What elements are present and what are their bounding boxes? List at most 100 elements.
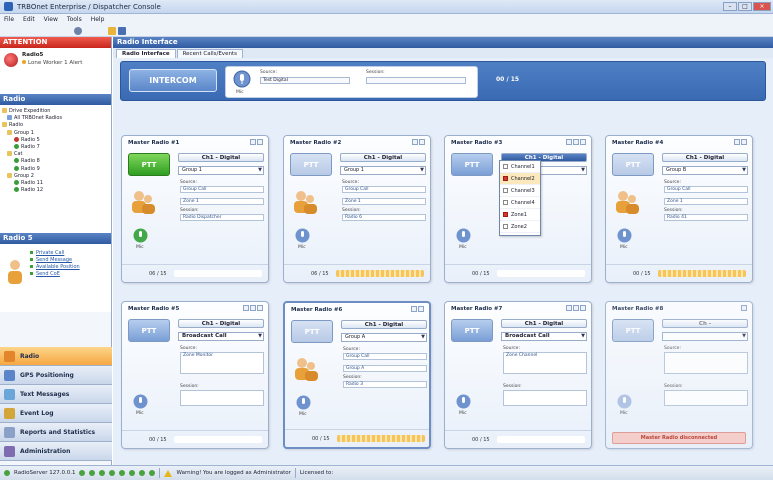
mic-icon[interactable] (456, 394, 471, 409)
attention-item[interactable]: Radio5 Lone Worker 1 Alert (0, 48, 111, 94)
dropdown-item-label: Channel1 (511, 163, 535, 170)
tree-item[interactable]: Radio 7 (2, 144, 109, 151)
search-icon[interactable] (118, 27, 126, 35)
ptt-button[interactable]: PTT (451, 319, 493, 342)
nav-text-messages[interactable]: Text Messages (0, 385, 112, 404)
card-title: Master Radio #2 (290, 140, 342, 146)
talkgroup-select[interactable]: Group 1 (178, 166, 264, 175)
tab-recent-calls[interactable]: Recent Calls/Events (176, 49, 243, 58)
card-close-button[interactable] (257, 305, 263, 311)
tree-item[interactable]: Group 1 (2, 129, 109, 137)
mic-icon[interactable] (296, 395, 311, 410)
tree-item[interactable]: Radio 9 (2, 165, 109, 173)
dropdown-item[interactable]: Channel4 (500, 197, 540, 209)
talkgroup-select[interactable]: Broadcast Call (501, 332, 587, 341)
channel-button[interactable]: Ch1 - Digital (662, 153, 748, 162)
channel-button[interactable]: Ch1 - Digital (341, 320, 427, 329)
card-menu-button[interactable] (566, 305, 572, 311)
nav-radio[interactable]: Radio (0, 347, 112, 366)
mic-icon[interactable] (133, 228, 148, 243)
card-settings-button[interactable] (250, 305, 256, 311)
mic-icon[interactable] (617, 394, 632, 409)
mic-icon[interactable] (233, 70, 251, 88)
close-button[interactable]: × (753, 2, 771, 11)
menu-view[interactable]: View (44, 16, 58, 23)
menu-file[interactable]: File (4, 16, 14, 23)
tree-item[interactable]: Group 2 (2, 172, 109, 180)
card-settings-button[interactable] (573, 139, 579, 145)
send-message-link[interactable]: Send Message (30, 257, 80, 264)
send-coe-link[interactable]: Send CoE (30, 271, 80, 278)
dropdown-item[interactable]: Channel3 (500, 185, 540, 197)
card-close-button[interactable] (741, 305, 747, 311)
dropdown-item[interactable]: Channel1 (500, 161, 540, 173)
checkbox[interactable] (503, 212, 508, 217)
channel-button[interactable]: Ch - (662, 319, 748, 328)
settings-icon[interactable] (74, 27, 82, 35)
nav-gps[interactable]: GPS Positioning (0, 366, 112, 385)
nav-reports[interactable]: Reports and Statistics (0, 423, 112, 442)
tab-radio-interface[interactable]: Radio Interface (116, 49, 176, 58)
card-close-button[interactable] (257, 139, 263, 145)
menu-edit[interactable]: Edit (23, 16, 35, 23)
mic-icon[interactable] (617, 228, 632, 243)
card-close-button[interactable] (419, 139, 425, 145)
private-call-link[interactable]: Private Call (30, 250, 80, 257)
dropdown-item[interactable]: Zone2 (500, 221, 540, 233)
nav-event-log[interactable]: Event Log (0, 404, 112, 423)
checkbox[interactable] (503, 164, 508, 169)
checkbox[interactable] (503, 188, 508, 193)
ptt-button[interactable]: PTT (451, 153, 493, 176)
dropdown-item[interactable]: Channel2 (500, 173, 540, 185)
card-close-button[interactable] (418, 306, 424, 312)
talkgroup-select[interactable]: Group A (341, 333, 427, 342)
card-menu-button[interactable] (412, 139, 418, 145)
maximize-button[interactable]: □ (738, 2, 752, 11)
card-menu-button[interactable] (250, 139, 256, 145)
channel-button[interactable]: Ch1 - Digital (501, 319, 587, 328)
talkgroup-select[interactable] (662, 332, 748, 341)
tree-item[interactable]: Radio 12 (2, 187, 109, 194)
mic-icon[interactable] (456, 228, 471, 243)
card-close-button[interactable] (580, 305, 586, 311)
talkgroup-select[interactable]: Broadcast Call (178, 332, 264, 341)
channel-button[interactable]: Ch1 - Digital (178, 153, 264, 162)
card-close-button[interactable] (580, 139, 586, 145)
menu-help[interactable]: Help (91, 16, 105, 23)
ptt-button[interactable]: PTT (290, 153, 332, 176)
ptt-button[interactable]: PTT (291, 320, 333, 343)
tree-item[interactable]: All TRBOnet Radios (2, 115, 109, 122)
checkbox[interactable] (503, 176, 508, 181)
tree-item[interactable]: Radio 11 (2, 180, 109, 187)
intercom-button[interactable]: INTERCOM (129, 69, 217, 92)
mic-icon[interactable] (295, 228, 310, 243)
tree-item[interactable]: Radio 8 (2, 158, 109, 165)
menu-tools[interactable]: Tools (67, 16, 82, 23)
tree-item[interactable]: Cat (2, 151, 109, 158)
talkgroup-select[interactable]: Group 1 (340, 166, 426, 175)
card-settings-button[interactable] (573, 305, 579, 311)
available-position-link[interactable]: Available Position (30, 264, 80, 271)
nav-administration[interactable]: Administration (0, 442, 112, 461)
channel-button[interactable]: Ch1 - Digital (178, 319, 264, 328)
ptt-button[interactable]: PTT (128, 153, 170, 176)
card-close-button[interactable] (741, 139, 747, 145)
tree-item[interactable]: Radio 5 (2, 136, 109, 144)
mic-icon[interactable] (133, 394, 148, 409)
checkbox[interactable] (503, 224, 508, 229)
folder-icon[interactable] (108, 27, 116, 35)
card-menu-button[interactable] (566, 139, 572, 145)
talkgroup-select[interactable]: Group B (662, 166, 748, 175)
minimize-button[interactable]: – (723, 2, 737, 11)
card-menu-button[interactable] (734, 139, 740, 145)
tree-item[interactable]: Radio (2, 122, 109, 129)
ptt-button[interactable]: PTT (128, 319, 170, 342)
ptt-button[interactable]: PTT (612, 319, 654, 342)
card-menu-button[interactable] (411, 306, 417, 312)
channel-button[interactable]: Ch1 - Digital (340, 153, 426, 162)
card-menu-button[interactable] (243, 305, 249, 311)
checkbox[interactable] (503, 200, 508, 205)
tree-item[interactable]: Drive Expedition (2, 108, 109, 115)
dropdown-item[interactable]: Zone1 (500, 209, 540, 221)
ptt-button[interactable]: PTT (612, 153, 654, 176)
